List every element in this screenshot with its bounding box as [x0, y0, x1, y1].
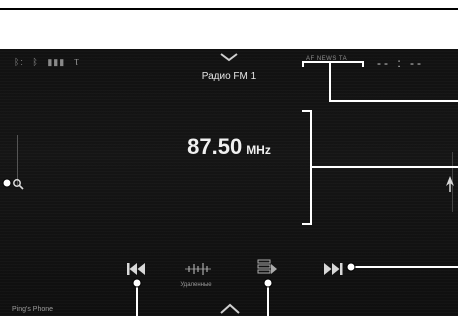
rds-indicators: AF NEWS TA	[306, 56, 348, 62]
favorites-label: Удаленные	[180, 282, 212, 288]
frequency-value: 87.50	[187, 134, 243, 159]
up-arrow-icon[interactable]	[443, 174, 457, 194]
paired-device-name: Ping's Phone	[12, 306, 54, 313]
frequency-display: 87.50 MHz	[0, 134, 458, 160]
skip-previous-icon[interactable]	[126, 262, 146, 276]
chevron-down-icon[interactable]	[218, 51, 240, 63]
station-list-icon[interactable]	[256, 258, 278, 278]
frequency-unit: MHz	[246, 143, 271, 157]
top-border-line	[0, 8, 458, 10]
chevron-up-icon[interactable]	[218, 300, 242, 316]
favorites-icon[interactable]	[183, 262, 213, 276]
signal-icon: Ⲧ	[73, 57, 81, 67]
bluetooth-icon: ᛒ:	[14, 57, 24, 67]
search-icon[interactable]	[12, 178, 24, 190]
station-name: Радио FM 1	[201, 71, 257, 82]
radio-screen	[0, 49, 458, 316]
status-bar: ᛒ: ᛒ ▮▮▮ Ⲧ	[14, 57, 85, 68]
battery-icon: ▮▮▮	[47, 57, 66, 67]
clock: -- : --	[377, 56, 424, 70]
skip-next-icon[interactable]	[323, 262, 345, 276]
top-white-band	[0, 0, 458, 49]
bluetooth-icon: ᛒ	[32, 57, 39, 67]
